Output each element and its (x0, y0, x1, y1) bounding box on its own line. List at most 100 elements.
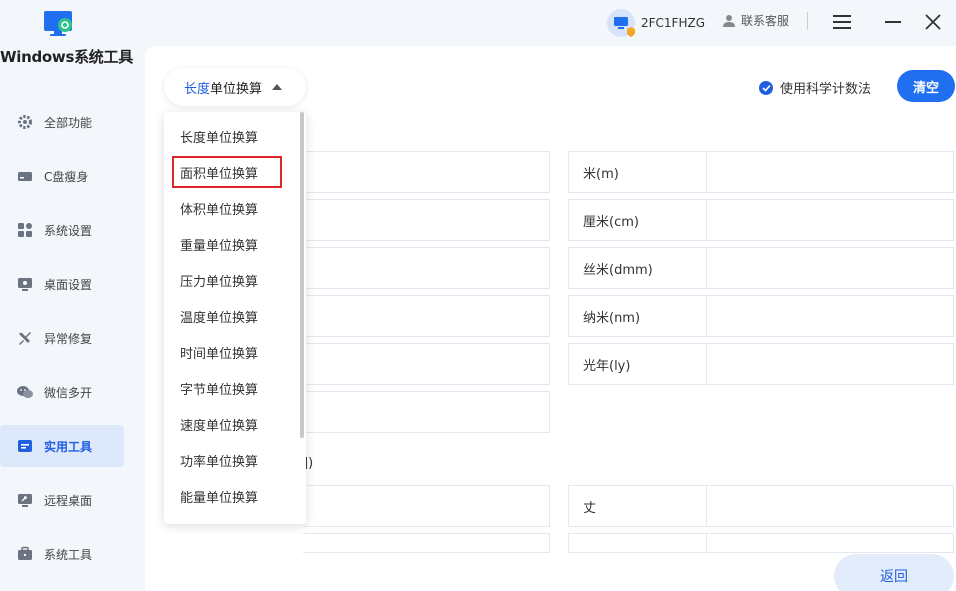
unit-label: 厘米(cm) (569, 200, 707, 240)
left-unit-input[interactable] (303, 343, 550, 385)
unit-field-partial (568, 533, 954, 553)
left-unit-input[interactable] (303, 533, 550, 553)
dropdown-option[interactable]: 长度单位换算 (164, 118, 298, 154)
sidebar-item-label: 远程桌面 (44, 493, 93, 508)
unit-value-input[interactable] (707, 486, 953, 526)
unit-field-nanometer: 纳米(nm) (568, 295, 954, 337)
left-unit-input[interactable] (303, 247, 550, 289)
left-unit-input-field[interactable] (303, 344, 549, 384)
dropdown-option-highlighted[interactable]: 面积单位换算 (172, 156, 282, 188)
sidebar-item-label: 实用工具 (44, 439, 93, 454)
toolbox-icon (16, 437, 34, 455)
sidebar-item-system-tools[interactable]: 系统工具 (0, 533, 124, 575)
device-avatar (607, 9, 635, 37)
close-button[interactable] (919, 8, 947, 36)
left-unit-input-field[interactable] (303, 486, 549, 526)
sidebar-item-label: 系统设置 (44, 223, 93, 238)
hamburger-icon (833, 15, 851, 29)
dropdown-scrollbar[interactable] (300, 112, 304, 438)
topbar-divider (807, 12, 808, 30)
dropdown-option[interactable]: 时间单位换算 (164, 334, 298, 370)
unit-label: 纳米(nm) (569, 296, 707, 336)
left-unit-input-field[interactable] (303, 200, 549, 240)
unit-label: 丈 (569, 486, 707, 526)
sci-notation-toggle[interactable]: 使用科学计数法 (759, 78, 871, 97)
sidebar-item-desktop-settings[interactable]: 桌面设置 (0, 263, 124, 305)
left-unit-input-field[interactable] (303, 296, 549, 336)
menu-button[interactable] (828, 8, 856, 36)
unit-label: 丝米(dmm) (569, 248, 707, 288)
person-icon (723, 14, 735, 27)
unit-field-light-year: 光年(ly) (568, 343, 954, 385)
unit-label (569, 534, 707, 552)
unit-value-input[interactable] (707, 200, 953, 240)
dropdown-option[interactable]: 重量单位换算 (164, 226, 298, 262)
sidebar-item-label: 微信多开 (44, 385, 93, 400)
sidebar-item-label: 桌面设置 (44, 277, 93, 292)
sidebar: Windows系统工具 全部功能 C盘瘦身 系统设置 桌面设置 异常修复 微信多… (0, 0, 145, 591)
dropdown-option[interactable]: 字节单位换算 (164, 370, 298, 406)
selected-prefix: 长度 (184, 81, 211, 97)
sidebar-item-all-features[interactable]: 全部功能 (0, 101, 124, 143)
left-unit-input[interactable] (303, 199, 550, 241)
unit-label: 光年(ly) (569, 344, 707, 384)
sidebar-item-wechat-multi[interactable]: 微信多开 (0, 371, 124, 413)
shield-badge-icon (627, 27, 635, 37)
dropdown-option[interactable]: 功率单位换算 (164, 442, 298, 478)
minimize-icon (885, 21, 901, 23)
left-unit-input-field[interactable] (303, 248, 549, 288)
brand: Windows系统工具 (0, 0, 145, 80)
left-unit-input[interactable] (303, 391, 550, 433)
sidebar-item-utilities[interactable]: 实用工具 (0, 425, 124, 467)
unit-value-input[interactable] (707, 344, 953, 384)
left-unit-input[interactable] (303, 485, 550, 527)
topbar: 2FC1FHZG 联系客服 (145, 0, 956, 46)
sidebar-item-label: 异常修复 (44, 331, 93, 346)
clear-button[interactable]: 清空 (897, 70, 955, 102)
dropdown-option[interactable]: 速度单位换算 (164, 406, 298, 442)
dropdown-option[interactable]: 温度单位换算 (164, 298, 298, 334)
sci-notation-label: 使用科学计数法 (780, 82, 872, 97)
unit-label: 米(m) (569, 152, 707, 192)
app-logo-icon (44, 11, 72, 36)
sidebar-item-system-settings[interactable]: 系统设置 (0, 209, 124, 251)
dropdown-option[interactable]: 压力单位换算 (164, 262, 298, 298)
dropdown-option[interactable]: 能量单位换算 (164, 478, 298, 514)
left-unit-input[interactable] (303, 295, 550, 337)
sidebar-item-remote-desktop[interactable]: 远程桌面 (0, 479, 124, 521)
support-button[interactable]: 联系客服 (722, 12, 789, 29)
check-icon (759, 80, 773, 95)
app-title: Windows系统工具 (0, 48, 133, 66)
unit-field-meter: 米(m) (568, 151, 954, 193)
remote-desktop-icon (16, 491, 34, 509)
wrench-icon (16, 329, 34, 347)
converter-type-dropdown: 长度单位换算 面积单位换算 体积单位换算 重量单位换算 压力单位换算 温度单位换… (164, 112, 306, 524)
unit-field-decimillimeter: 丝米(dmm) (568, 247, 954, 289)
left-unit-input-field[interactable] (303, 392, 549, 432)
device-name: 2FC1FHZG (641, 16, 705, 30)
sidebar-item-label: 系统工具 (44, 547, 93, 562)
grid-icon (16, 221, 34, 239)
minimize-button[interactable] (879, 8, 907, 36)
unit-value-input[interactable] (707, 296, 953, 336)
unit-field-centimeter: 厘米(cm) (568, 199, 954, 241)
close-icon (925, 14, 941, 30)
selected-suffix: 单位换算 (210, 81, 263, 97)
caret-up-icon (272, 84, 283, 90)
unit-value-input[interactable] (707, 248, 953, 288)
sidebar-item-label: C盘瘦身 (44, 169, 89, 184)
converter-type-select[interactable]: 长度单位换算 (164, 68, 306, 106)
monitor-icon (16, 275, 34, 293)
unit-value-input[interactable] (707, 152, 953, 192)
briefcase-icon (16, 545, 34, 563)
sidebar-item-c-drive[interactable]: C盘瘦身 (0, 155, 124, 197)
dropdown-option[interactable]: 体积单位换算 (164, 190, 298, 226)
left-unit-input[interactable] (303, 151, 550, 193)
left-unit-input-field[interactable] (303, 152, 549, 192)
back-button[interactable]: 返回 (834, 554, 954, 591)
selected-converter-label: 长度单位换算 (184, 78, 262, 97)
unit-field-zhang: 丈 (568, 485, 954, 527)
sidebar-item-repair[interactable]: 异常修复 (0, 317, 124, 359)
sidebar-item-label: 全部功能 (44, 115, 93, 130)
support-label: 联系客服 (741, 14, 790, 28)
